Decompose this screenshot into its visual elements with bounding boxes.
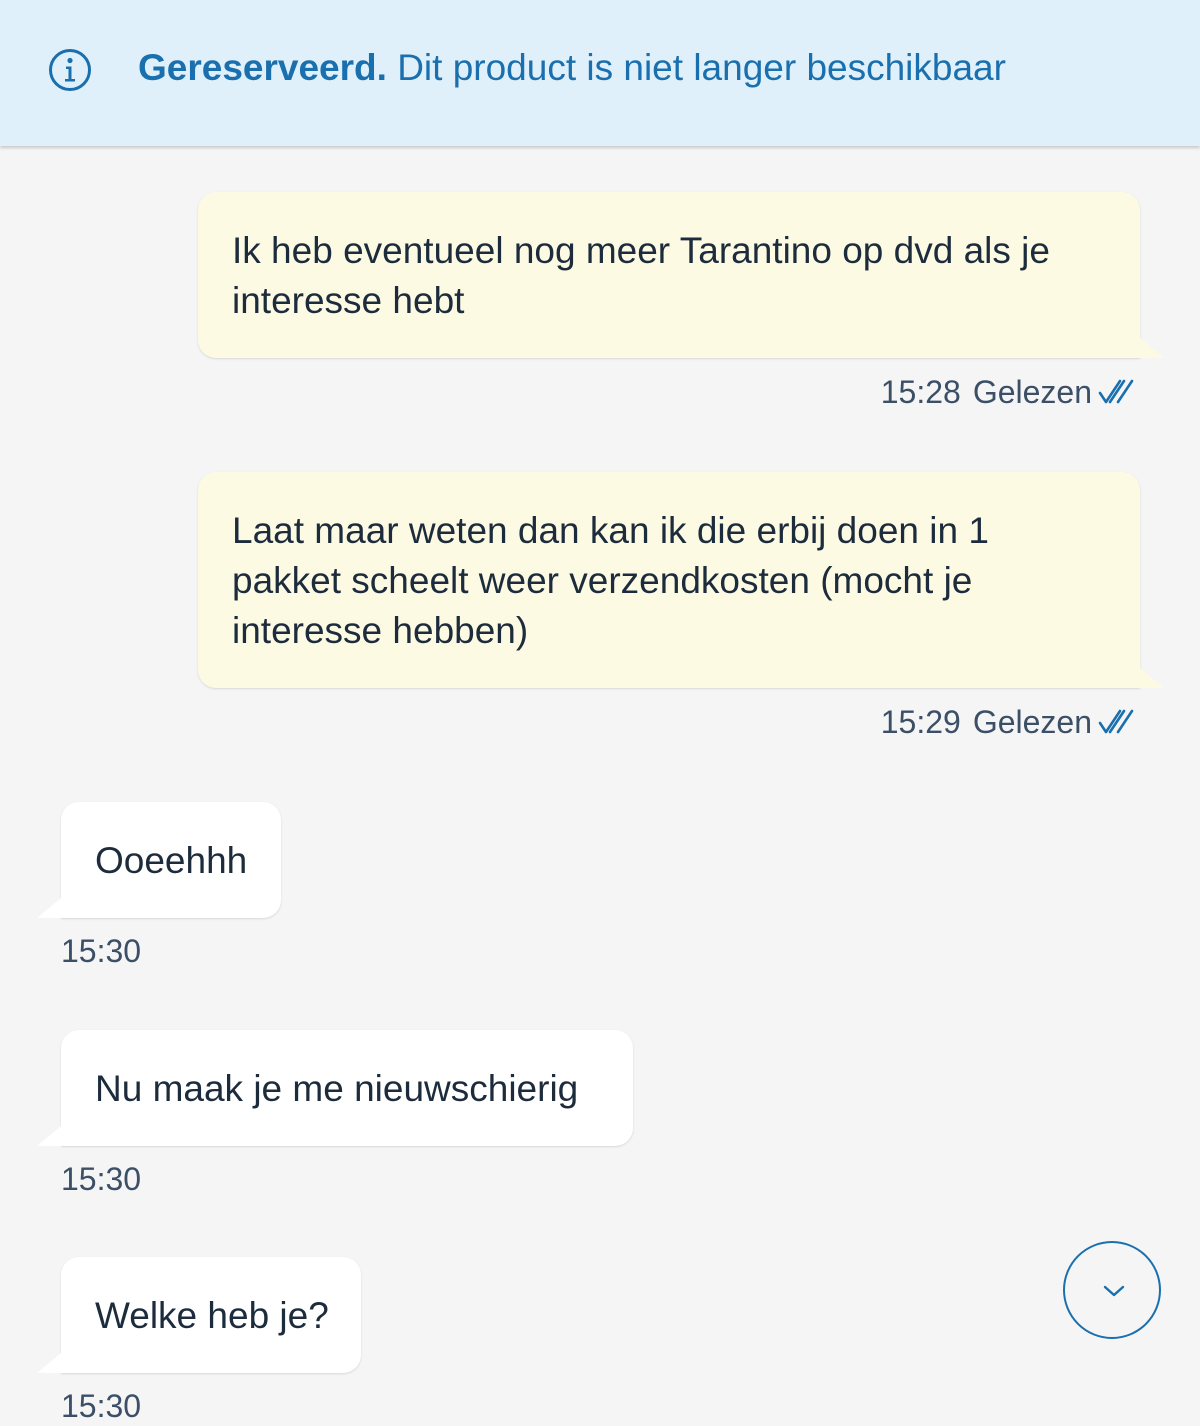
double-check-icon: [1098, 709, 1134, 733]
message-time: 15:30: [61, 933, 142, 969]
message-text: Ik heb eventueel nog meer Tarantino op d…: [232, 230, 1050, 321]
banner-status: Gereserveerd.: [138, 47, 387, 88]
message-meta: 15:28 Gelezen: [881, 372, 1136, 412]
message-time: 15:29: [880, 704, 961, 740]
bubble-tail: [37, 1353, 61, 1373]
reserved-banner: Gereserveerd. Dit product is niet langer…: [0, 0, 1200, 146]
double-check-icon: [1098, 379, 1134, 403]
read-status: Gelezen: [972, 374, 1092, 410]
info-icon: [49, 49, 91, 91]
message-time: 15:30: [61, 1161, 142, 1197]
incoming-message: Welke heb je?: [37, 1257, 361, 1373]
outgoing-message: Ik heb eventueel nog meer Tarantino op d…: [198, 192, 1164, 358]
incoming-message: Ooeehhh: [37, 802, 281, 918]
message-meta: 15:29 Gelezen: [881, 702, 1136, 742]
bubble-tail: [37, 898, 61, 918]
incoming-message: Nu maak je me nieuwschierig: [37, 1030, 633, 1146]
chevron-down-icon: [1103, 1285, 1125, 1297]
bubble-tail: [1140, 668, 1164, 688]
message-text: Laat maar weten dan kan ik die erbij doe…: [232, 510, 989, 651]
scroll-to-bottom-button[interactable]: [1063, 1241, 1161, 1339]
message-thread: Ik heb eventueel nog meer Tarantino op d…: [0, 146, 1200, 1424]
message-text: Welke heb je?: [95, 1295, 329, 1336]
banner-text: Dit product is niet langer beschikbaar: [397, 47, 1006, 88]
outgoing-message: Laat maar weten dan kan ik die erbij doe…: [198, 472, 1164, 688]
message-text: Nu maak je me nieuwschierig: [95, 1068, 579, 1109]
message-time: 15:28: [880, 374, 961, 410]
message-text: Ooeehhh: [95, 840, 248, 881]
read-status: Gelezen: [972, 704, 1092, 740]
message-time: 15:30: [61, 1388, 142, 1424]
banner-message: Gereserveerd. Dit product is niet langer…: [138, 44, 1006, 92]
bubble-tail: [37, 1126, 61, 1146]
bubble-tail: [1140, 338, 1164, 358]
